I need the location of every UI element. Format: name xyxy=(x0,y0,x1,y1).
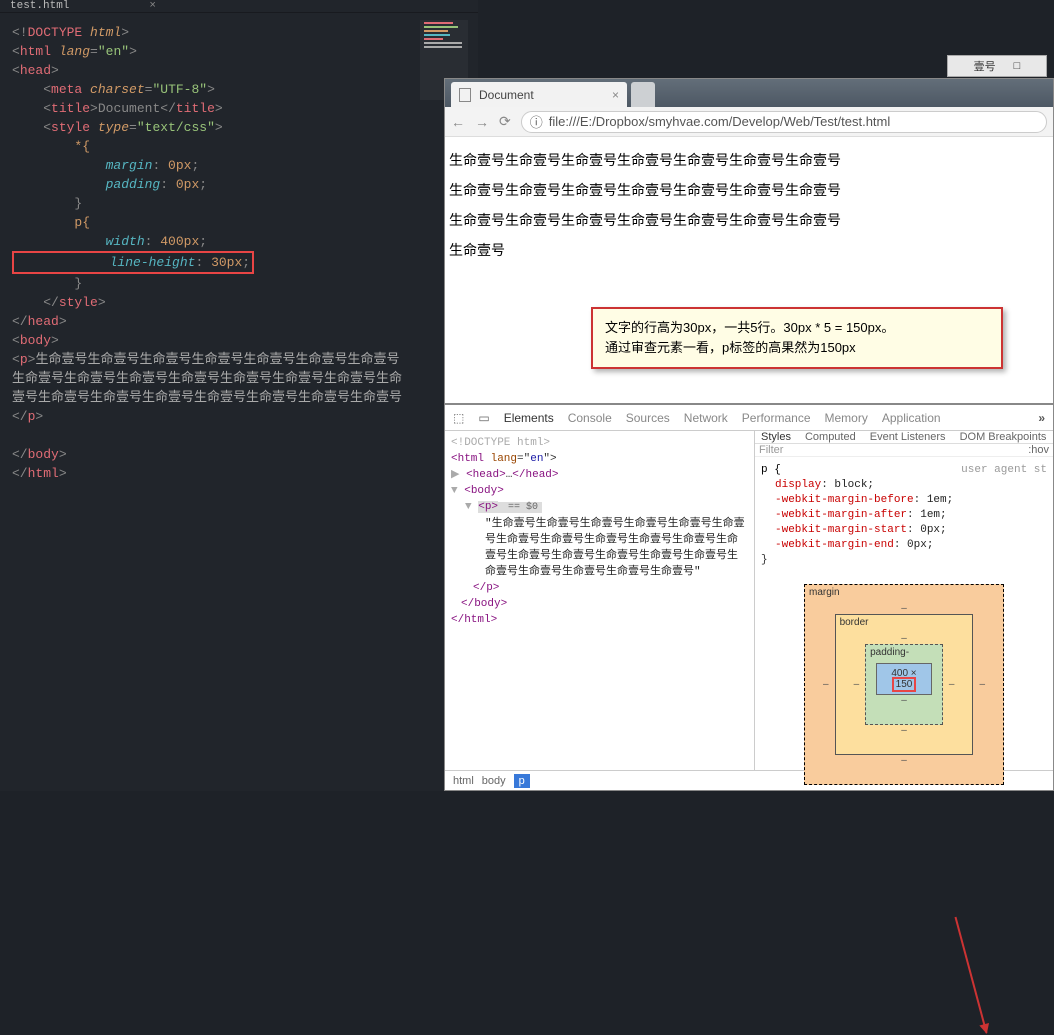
box-model: margin – – border – – padding- xyxy=(804,584,1004,785)
tab-console[interactable]: Console xyxy=(568,411,612,425)
tab-performance[interactable]: Performance xyxy=(742,411,811,425)
reload-icon[interactable]: ⟳ xyxy=(499,113,511,130)
url-input[interactable]: ⓘ file:///E:/Dropbox/smyhvae.com/Develop… xyxy=(521,111,1047,133)
devtools-toolbar: ⬚ ▭ Elements Console Sources Network Per… xyxy=(445,405,1053,431)
annotation-arrow xyxy=(955,917,988,1033)
filter-input[interactable]: Filter xyxy=(759,444,783,456)
code-editor-pane: test.html × <!DOCTYPE html> <html lang="… xyxy=(0,0,478,791)
info-icon[interactable]: ⓘ xyxy=(530,112,543,131)
browser-tab[interactable]: Document × xyxy=(451,82,627,107)
page-content: 生命壹号生命壹号生命壹号生命壹号生命壹号生命壹号生命壹号生命壹号生命壹号生命壹号… xyxy=(445,137,855,273)
breadcrumb-html[interactable]: html xyxy=(453,775,474,787)
hov-toggle[interactable]: :hov xyxy=(1028,444,1049,456)
editor-tabbar: test.html × xyxy=(0,0,478,13)
style-rules[interactable]: p {user agent st display: block; -webkit… xyxy=(755,457,1053,574)
editor-tab[interactable]: test.html xyxy=(10,0,69,12)
tab-event-listeners[interactable]: Event Listeners xyxy=(870,431,946,443)
tab-elements[interactable]: Elements xyxy=(504,411,554,425)
close-icon[interactable]: × xyxy=(149,0,156,12)
filter-row: Filter :hov xyxy=(755,444,1053,457)
box-model-dimensions: 400 × 150 xyxy=(876,663,932,695)
new-tab-button[interactable] xyxy=(631,82,655,107)
forward-icon[interactable]: → xyxy=(475,114,489,130)
selected-element: <p> xyxy=(478,501,498,513)
window-title-right: 壹号□ xyxy=(947,55,1047,77)
more-tabs-icon[interactable]: » xyxy=(1038,411,1045,425)
inspect-icon[interactable]: ⬚ xyxy=(453,411,464,425)
devtools-panel: ⬚ ▭ Elements Console Sources Network Per… xyxy=(444,404,1054,791)
browser-tab-title: Document xyxy=(479,88,534,102)
code-area[interactable]: <!DOCTYPE html> <html lang="en"> <head> … xyxy=(0,13,478,487)
annotation-box: 文字的行高为30px，一共5行。30px * 5 = 150px。 通过审查元素… xyxy=(591,307,1003,369)
breadcrumb-body[interactable]: body xyxy=(482,775,506,787)
highlighted-line: line-height: 30px; xyxy=(12,251,254,274)
rendered-paragraph: 生命壹号生命壹号生命壹号生命壹号生命壹号生命壹号生命壹号生命壹号生命壹号生命壹号… xyxy=(449,145,851,265)
browser-window: 壹号□ Document × ← → ⟳ ⓘ file:///E:/Dropbo… xyxy=(444,78,1054,404)
tab-computed[interactable]: Computed xyxy=(805,431,856,443)
tab-application[interactable]: Application xyxy=(882,411,941,425)
tab-sources[interactable]: Sources xyxy=(626,411,670,425)
styles-tabs: Styles Computed Event Listeners DOM Brea… xyxy=(755,431,1053,444)
dom-tree[interactable]: <!DOCTYPE html> <html lang="en"> ▶ <head… xyxy=(445,431,755,770)
device-icon[interactable]: ▭ xyxy=(478,411,489,425)
page-icon xyxy=(459,88,471,102)
address-bar: ← → ⟳ ⓘ file:///E:/Dropbox/smyhvae.com/D… xyxy=(445,107,1053,137)
breadcrumb-p[interactable]: p xyxy=(514,774,530,788)
url-text: file:///E:/Dropbox/smyhvae.com/Develop/W… xyxy=(549,114,891,129)
tab-styles[interactable]: Styles xyxy=(761,431,791,443)
highlighted-height: 150 xyxy=(892,677,917,692)
close-icon[interactable]: × xyxy=(612,88,619,102)
browser-tabstrip: Document × xyxy=(445,79,1053,107)
tab-memory[interactable]: Memory xyxy=(825,411,868,425)
tab-network[interactable]: Network xyxy=(684,411,728,425)
tab-dom-breakpoints[interactable]: DOM Breakpoints xyxy=(960,431,1047,443)
back-icon[interactable]: ← xyxy=(451,114,465,130)
styles-pane: Styles Computed Event Listeners DOM Brea… xyxy=(755,431,1053,770)
